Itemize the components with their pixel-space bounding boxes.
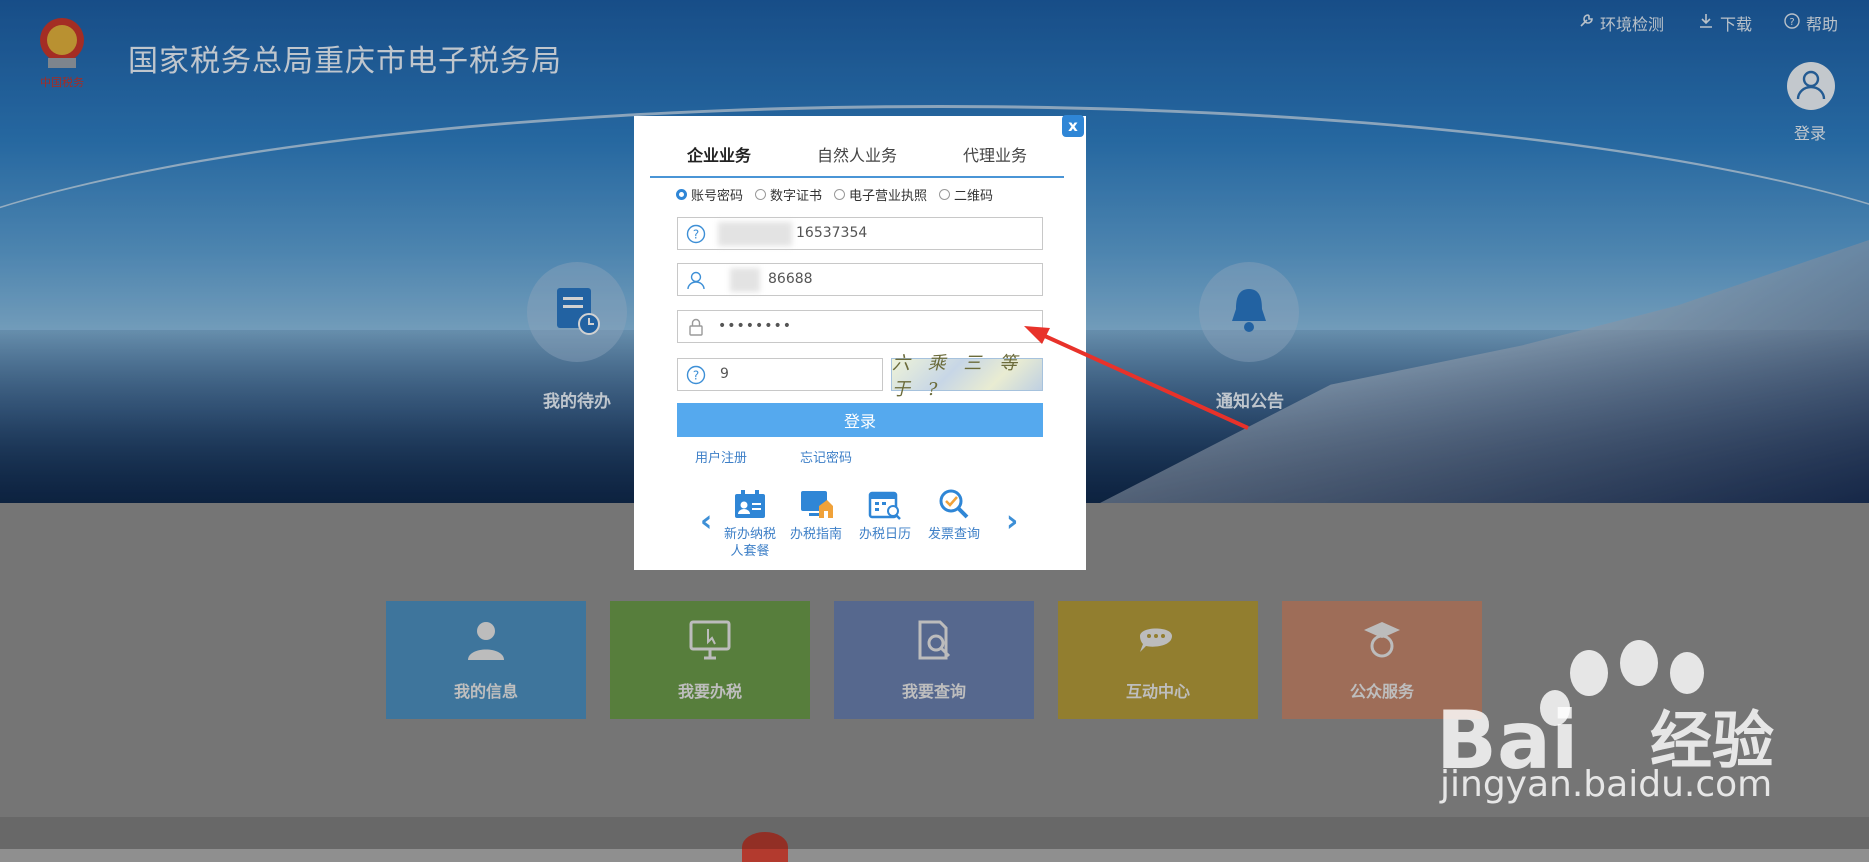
watermark-url: jingyan.baidu.com [1440,764,1773,805]
